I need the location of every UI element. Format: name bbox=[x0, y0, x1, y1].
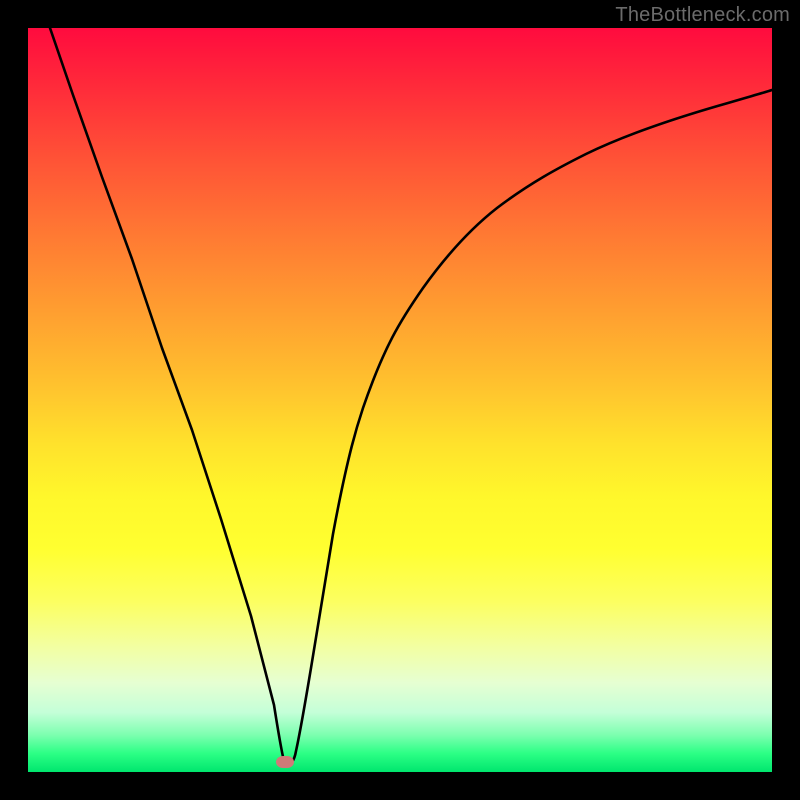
chart-plot-area bbox=[28, 28, 772, 772]
chart-frame: TheBottleneck.com bbox=[0, 0, 800, 800]
watermark-text: TheBottleneck.com bbox=[615, 4, 790, 27]
bottleneck-curve bbox=[28, 28, 772, 772]
optimal-point-marker bbox=[276, 756, 294, 768]
